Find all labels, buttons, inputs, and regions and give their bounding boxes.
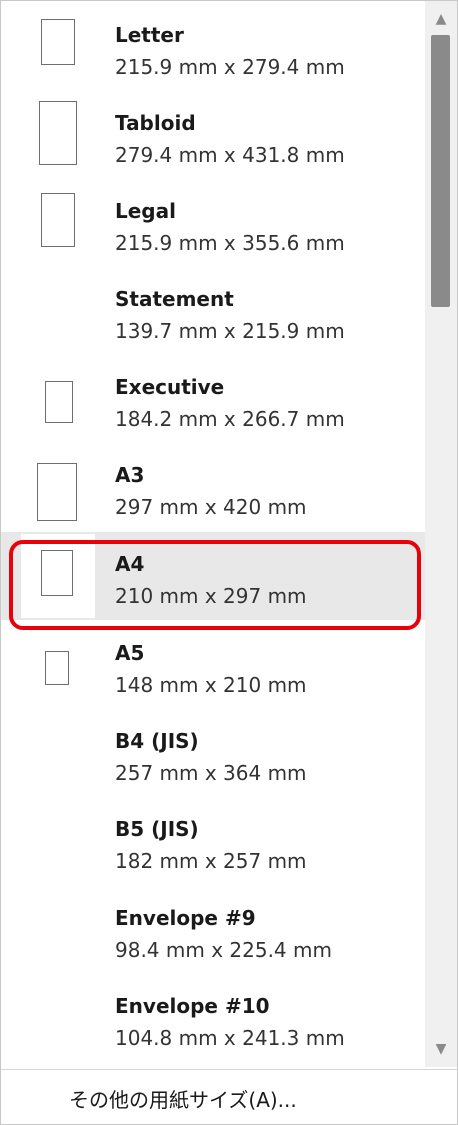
paper-size-dims: 215.9 mm x 355.6 mm	[115, 231, 345, 255]
tabloid-page-icon	[39, 101, 77, 165]
paper-size-dims: 104.8 mm x 241.3 mm	[115, 1026, 345, 1050]
paper-size-dims: 297 mm x 420 mm	[115, 495, 307, 519]
paper-size-name: Letter	[115, 23, 184, 47]
paper-size-name: Statement	[115, 287, 234, 311]
paper-size-dropdown: Letter 215.9 mm x 279.4 mm Tabloid 279.4…	[0, 0, 458, 1125]
paper-size-dims: 139.7 mm x 215.9 mm	[115, 319, 345, 343]
paper-size-tabloid[interactable]: Tabloid 279.4 mm x 431.8 mm	[1, 91, 425, 179]
a4-page-icon	[41, 550, 73, 596]
paper-size-list: Letter 215.9 mm x 279.4 mm Tabloid 279.4…	[1, 1, 425, 1067]
paper-size-legal[interactable]: Legal 215.9 mm x 355.6 mm	[1, 179, 425, 267]
paper-size-dims: 182 mm x 257 mm	[115, 849, 307, 873]
paper-size-name: B5 (JIS)	[115, 817, 199, 841]
letter-page-icon	[41, 19, 75, 65]
legal-page-icon	[41, 193, 75, 247]
scroll-down-arrow-icon[interactable]: ▼	[433, 1039, 449, 1059]
more-paper-sizes-link[interactable]: その他の用紙サイズ(A)...	[69, 1084, 297, 1113]
paper-size-name: A5	[115, 641, 145, 665]
paper-size-dims: 98.4 mm x 225.4 mm	[115, 938, 332, 962]
paper-size-name: Envelope #9	[115, 906, 256, 930]
paper-size-a4[interactable]: A4 210 mm x 297 mm	[1, 532, 425, 620]
paper-size-name: Envelope #10	[115, 994, 270, 1018]
paper-size-dims: 210 mm x 297 mm	[115, 584, 307, 608]
paper-size-name: B4 (JIS)	[115, 729, 199, 753]
paper-size-letter[interactable]: Letter 215.9 mm x 279.4 mm	[1, 3, 425, 91]
paper-size-dims: 279.4 mm x 431.8 mm	[115, 143, 345, 167]
paper-size-dims: 148 mm x 210 mm	[115, 673, 307, 697]
paper-size-envelope-10[interactable]: Envelope #10 104.8 mm x 241.3 mm	[1, 974, 425, 1062]
a3-page-icon	[37, 463, 77, 521]
paper-size-dims: 184.2 mm x 266.7 mm	[115, 407, 345, 431]
paper-size-name: Tabloid	[115, 111, 196, 135]
paper-size-name: A3	[115, 463, 145, 487]
paper-size-dims: 215.9 mm x 279.4 mm	[115, 55, 345, 79]
a5-page-icon	[45, 651, 69, 685]
scrollbar-thumb[interactable]	[431, 35, 450, 307]
scroll-up-arrow-icon[interactable]: ▲	[433, 9, 449, 29]
paper-size-name: Legal	[115, 199, 176, 223]
paper-size-dims: 257 mm x 364 mm	[115, 761, 307, 785]
vertical-scrollbar[interactable]: ▲ ▼	[425, 1, 457, 1067]
paper-size-name: Executive	[115, 375, 225, 399]
executive-page-icon	[45, 381, 73, 423]
paper-size-executive[interactable]: Executive 184.2 mm x 266.7 mm	[1, 355, 425, 443]
paper-size-a5[interactable]: A5 148 mm x 210 mm	[1, 621, 425, 709]
paper-size-b5-jis[interactable]: B5 (JIS) 182 mm x 257 mm	[1, 797, 425, 885]
paper-size-b4-jis[interactable]: B4 (JIS) 257 mm x 364 mm	[1, 709, 425, 797]
paper-size-statement[interactable]: Statement 139.7 mm x 215.9 mm	[1, 267, 425, 355]
footer: その他の用紙サイズ(A)...	[1, 1069, 457, 1124]
paper-size-envelope-9[interactable]: Envelope #9 98.4 mm x 225.4 mm	[1, 886, 425, 974]
paper-size-name: A4	[115, 552, 145, 576]
paper-size-a3[interactable]: A3 297 mm x 420 mm	[1, 443, 425, 531]
